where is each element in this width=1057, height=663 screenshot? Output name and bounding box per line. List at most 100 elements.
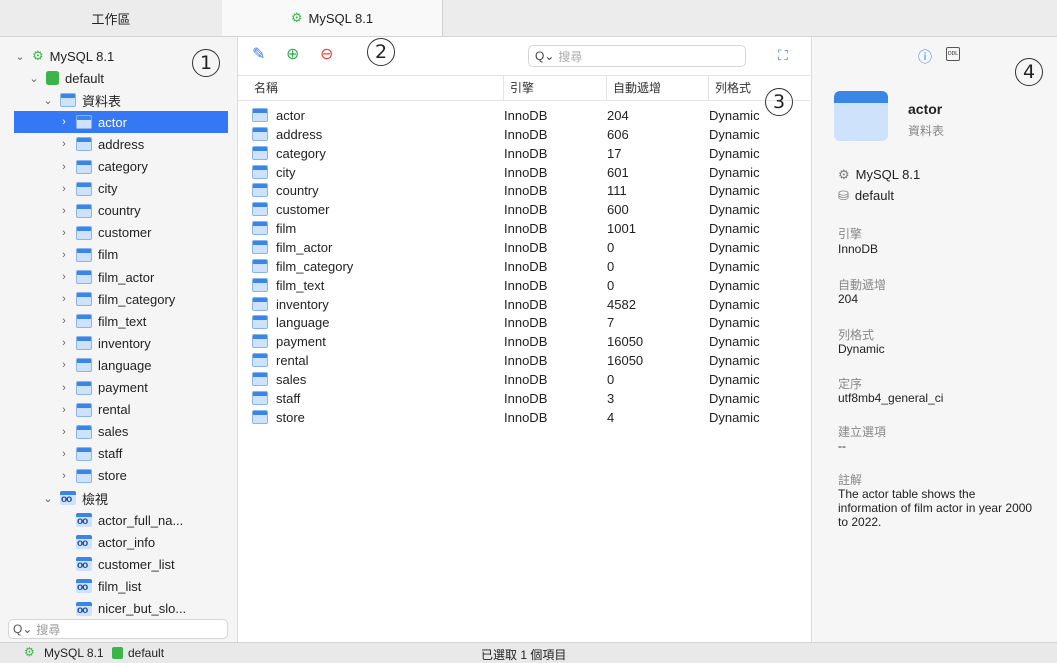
cell-row-format: Dynamic [709,296,760,312]
tree-table-language[interactable]: › language [0,354,236,376]
column-header-name[interactable]: 名稱 [248,76,503,100]
chevron-right-icon[interactable]: › [58,293,70,305]
chevron-right-icon[interactable]: › [58,337,70,349]
tree-table-film_actor[interactable]: › film_actor [0,266,236,288]
view-icon [76,557,92,572]
database-icon [112,647,123,659]
info-icon[interactable]: ⓘ [918,47,932,67]
tree-table-rental[interactable]: › rental [0,399,236,421]
chevron-down-icon[interactable]: ⌄ [14,50,26,63]
table-row[interactable]: address InnoDB 606 Dynamic [238,125,810,144]
tree-table-address[interactable]: › address [0,133,236,155]
table-row[interactable]: inventory InnoDB 4582 Dynamic [238,295,810,314]
cell-auto-increment: 0 [607,277,615,293]
table-row[interactable]: store InnoDB 4 Dynamic [238,408,810,427]
chevron-right-icon[interactable]: › [58,426,70,438]
chevron-right-icon[interactable]: › [58,470,70,482]
auto-increment-label: 自動遞增 [838,278,887,292]
tree-table-film_category-label: film_category [98,291,176,307]
chevron-right-icon[interactable]: › [58,404,70,416]
table-row[interactable]: city InnoDB 601 Dynamic [238,163,810,182]
tree-table-film_category[interactable]: › film_category [0,288,236,310]
sidebar-search-input[interactable]: Q⌄ 搜尋 [8,619,228,639]
tab-workspace-label: 工作區 [91,11,131,27]
chevron-right-icon[interactable]: › [58,138,70,150]
tree-table-staff[interactable]: › staff [0,443,236,465]
table-row[interactable]: customer InnoDB 600 Dynamic [238,200,810,219]
table-row[interactable]: film_actor InnoDB 0 Dynamic [238,238,810,257]
table-row[interactable]: country InnoDB 111 Dynamic [238,181,810,200]
tree-table-country[interactable]: › country [0,200,236,222]
table-search-input[interactable]: Q⌄ 搜尋 [528,45,746,67]
tree-table-city[interactable]: › city [0,178,236,200]
chevron-right-icon[interactable]: › [58,205,70,217]
table-row[interactable]: actor InnoDB 204 Dynamic [238,106,810,125]
cell-row-format: Dynamic [709,334,760,350]
tree-table-store[interactable]: › store [0,465,236,487]
tab-workspace[interactable]: 工作區 [0,0,223,36]
table-row[interactable]: sales InnoDB 0 Dynamic [238,370,810,389]
table-row[interactable]: payment InnoDB 16050 Dynamic [238,332,810,351]
tree-table-payment[interactable]: › payment [0,377,236,399]
chevron-down-icon[interactable]: ⌄ [42,94,54,107]
table-row[interactable]: film InnoDB 1001 Dynamic [238,219,810,238]
objects-table: 名稱 引擎 自動遞增 列格式 actor InnoDB 204 Dynamic addr… [238,76,810,642]
database-icon [46,71,59,86]
tab-bar: 工作區 ⚙ MySQL 8.1 [0,0,1057,37]
cell-engine: InnoDB [504,409,548,425]
cell-auto-increment: 111 [607,183,627,199]
tab-mysql-connection[interactable]: ⚙ MySQL 8.1 [222,0,443,36]
tab-mysql-label: MySQL 8.1 [308,10,374,26]
chevron-right-icon[interactable]: › [58,359,70,371]
status-selection: 已選取 1 個項目 [481,648,567,662]
tree-table-inventory[interactable]: › inventory [0,332,236,354]
column-header-row-format[interactable]: 列格式 [708,76,810,100]
tree-table-actor[interactable]: › actor [14,111,228,134]
table-row[interactable]: staff InnoDB 3 Dynamic [238,389,810,408]
tree-view-item[interactable]: film_list [0,575,236,597]
cell-row-format: Dynamic [709,202,760,218]
tree-view-item[interactable]: actor_full_na... [0,509,236,531]
tree-view-item[interactable]: actor_info [0,531,236,553]
tree-table-customer[interactable]: › customer [0,222,236,244]
chevron-right-icon[interactable]: › [58,161,70,173]
cell-engine: InnoDB [504,258,548,274]
chevron-right-icon[interactable]: › [58,227,70,239]
table-row[interactable]: film_category InnoDB 0 Dynamic [238,257,810,276]
chevron-down-icon[interactable]: ⌄ [42,492,54,505]
table-row[interactable]: film_text InnoDB 0 Dynamic [238,276,810,295]
tree-view-item[interactable]: nicer_but_slo... [0,598,236,620]
chevron-right-icon[interactable]: › [58,315,70,327]
tree-tables-group[interactable]: ⌄ 資料表 [0,89,236,111]
table-icon [76,115,92,130]
tree-view-item-label: film_list [98,578,142,594]
tree-table-film_text[interactable]: › film_text [0,310,236,332]
ddl-icon[interactable]: DDL [946,47,960,61]
marker-4: 4 [1015,58,1043,86]
chevron-right-icon[interactable]: › [58,116,70,128]
add-icon[interactable]: ⊕ [286,47,299,63]
column-header-auto-increment[interactable]: 自動遞增 [606,76,708,100]
cell-name: rental [276,353,309,369]
chevron-right-icon[interactable]: › [58,382,70,394]
tree-table-sales[interactable]: › sales [0,421,236,443]
connection-icon: ⚙ [838,167,850,182]
column-header-engine[interactable]: 引擎 [503,76,606,100]
object-type: 資料表 [908,124,945,138]
chevron-right-icon[interactable]: › [58,271,70,283]
table-row[interactable]: rental InnoDB 16050 Dynamic [238,351,810,370]
cell-engine: InnoDB [504,202,548,218]
chevron-right-icon[interactable]: › [58,183,70,195]
tree-view-item[interactable]: customer_list [0,553,236,575]
remove-icon[interactable]: ⊖ [320,47,333,63]
chevron-down-icon[interactable]: ⌄ [28,72,40,85]
tree-table-film[interactable]: › film [0,244,236,266]
table-row[interactable]: language InnoDB 7 Dynamic [238,313,810,332]
chevron-right-icon[interactable]: › [58,249,70,261]
chevron-right-icon[interactable]: › [58,448,70,460]
edit-pencil-icon[interactable]: ✎ [252,47,265,63]
tree-table-category[interactable]: › category [0,156,236,178]
tree-views-group[interactable]: ⌄ 檢視 [0,487,236,509]
fullscreen-icon[interactable]: ⛶ [778,47,788,63]
table-row[interactable]: category InnoDB 17 Dynamic [238,144,810,163]
